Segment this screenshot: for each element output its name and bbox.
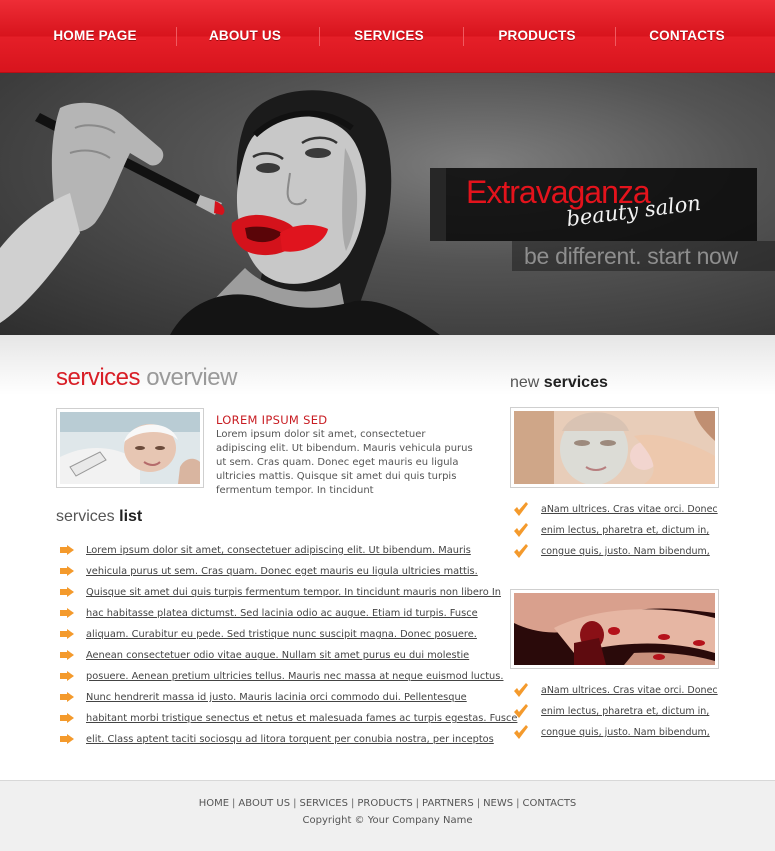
check-icon	[514, 725, 528, 739]
new-service-link[interactable]: enim lectus, pharetra et, dictum in,	[541, 705, 709, 718]
nav-item-services[interactable]: SERVICES	[340, 26, 438, 46]
arrow-bullet-icon	[60, 566, 74, 576]
services-overview-text: Lorem ipsum dolor sit amet, consectetuer…	[216, 429, 473, 496]
check-icon	[514, 544, 528, 558]
nav-item-contacts[interactable]: CONTACTS	[634, 26, 740, 46]
arrow-bullet-icon	[60, 692, 74, 702]
nav-item-home[interactable]: HOME PAGE	[44, 26, 146, 46]
footer: HOME | ABOUT US | SERVICES | PRODUCTS | PARTNERS…	[0, 780, 775, 851]
new-service-link[interactable]: aNam ultrices. Cras vitae orci. Donec	[541, 503, 718, 516]
manicure-photo	[514, 593, 715, 665]
services-list-link[interactable]: Lorem ipsum dolor sit amet, consectetuer…	[86, 544, 471, 557]
arrow-bullet-icon	[60, 587, 74, 597]
nav-separator	[176, 27, 177, 46]
services-overview-title-b: overview	[140, 364, 237, 391]
arrow-bullet-icon	[60, 545, 74, 555]
nav-separator	[615, 27, 616, 46]
nav-separator	[463, 27, 464, 46]
new-service-image-1[interactable]	[510, 407, 719, 488]
footer-link-products[interactable]: PRODUCTS	[357, 798, 412, 809]
arrow-bullet-icon	[60, 734, 74, 744]
footer-links: HOME | ABOUT US | SERVICES | PRODUCTS | PARTNERS…	[0, 798, 775, 809]
services-list-link[interactable]: Nunc hendrerit massa id justo. Mauris la…	[86, 691, 467, 704]
new-service-link[interactable]: aNam ultrices. Cras vitae orci. Donec	[541, 684, 718, 697]
services-list-title: services list	[56, 508, 142, 526]
brand-box: Extravaganza beauty salon	[430, 168, 757, 241]
services-list-link[interactable]: elit. Class aptent taciti sociosqu ad li…	[86, 733, 494, 746]
arrow-bullet-icon	[60, 608, 74, 618]
services-list-link[interactable]: Aenean consectetuer odio vitae augue. Nu…	[86, 649, 469, 662]
check-icon	[514, 683, 528, 697]
services-list-link[interactable]: hac habitasse platea dictumst. Sed lacin…	[86, 607, 478, 620]
brand-box-bar	[430, 168, 446, 241]
footer-link-contacts[interactable]: CONTACTS	[523, 798, 577, 809]
services-overview-title: services overview	[56, 364, 237, 392]
footer-link-partners[interactable]: PARTNERS	[422, 798, 474, 809]
arrow-bullet-icon	[60, 671, 74, 681]
services-list-link[interactable]: posuere. Aenean pretium ultricies tellus…	[86, 670, 504, 683]
hero-banner: Extravaganza beauty salon be different. …	[0, 73, 775, 335]
footer-separator: |	[415, 798, 420, 809]
new-service-link[interactable]: congue quis, justo. Nam bibendum,	[541, 545, 710, 558]
services-list-link[interactable]: Quisque sit amet dui quis turpis ferment…	[86, 586, 501, 599]
face-mask-photo	[514, 411, 715, 484]
new-service-link[interactable]: congue quis, justo. Nam bibendum,	[541, 726, 710, 739]
services-overview-title-a: services	[56, 364, 141, 391]
services-list-title-b: list	[119, 508, 143, 525]
facial-treatment-photo	[60, 412, 200, 484]
arrow-bullet-icon	[60, 629, 74, 639]
services-list-link[interactable]: habitant morbi tristique senectus et net…	[86, 712, 517, 725]
footer-link-home[interactable]: HOME	[199, 798, 229, 809]
new-service-link[interactable]: enim lectus, pharetra et, dictum in,	[541, 524, 709, 537]
services-list-link[interactable]: vehicula purus ut sem. Cras quam. Donec …	[86, 565, 478, 578]
nav-item-products[interactable]: PRODUCTS	[485, 26, 589, 46]
new-services-title-a: new	[510, 374, 544, 391]
slogan-box: be different. start now	[512, 241, 775, 271]
new-services-title: new services	[510, 374, 608, 392]
new-services-title-b: services	[543, 374, 608, 391]
copyright: Copyright © Your Company Name	[302, 815, 473, 826]
footer-link-about[interactable]: ABOUT US	[238, 798, 290, 809]
footer-link-services[interactable]: SERVICES	[299, 798, 348, 809]
services-list-title-a: services	[56, 508, 120, 525]
services-overview-image[interactable]	[56, 408, 204, 488]
new-service-image-2[interactable]	[510, 589, 719, 669]
footer-separator: |	[476, 798, 481, 809]
nav-separator	[319, 27, 320, 46]
check-icon	[514, 523, 528, 537]
check-icon	[514, 704, 528, 718]
services-overview-heading: LOREM IPSUM SED	[216, 413, 328, 427]
services-list-link[interactable]: aliquam. Curabitur eu pede. Sed tristiqu…	[86, 628, 477, 641]
main-navigation: HOME PAGE ABOUT US SERVICES PRODUCTS CON…	[0, 0, 775, 73]
check-icon	[514, 502, 528, 516]
footer-separator: |	[350, 798, 355, 809]
nav-item-about[interactable]: ABOUT US	[196, 26, 294, 46]
arrow-bullet-icon	[60, 713, 74, 723]
arrow-bullet-icon	[60, 650, 74, 660]
footer-link-news[interactable]: NEWS	[483, 798, 513, 809]
footer-separator: |	[516, 798, 520, 809]
slogan: be different. start now	[524, 243, 738, 269]
